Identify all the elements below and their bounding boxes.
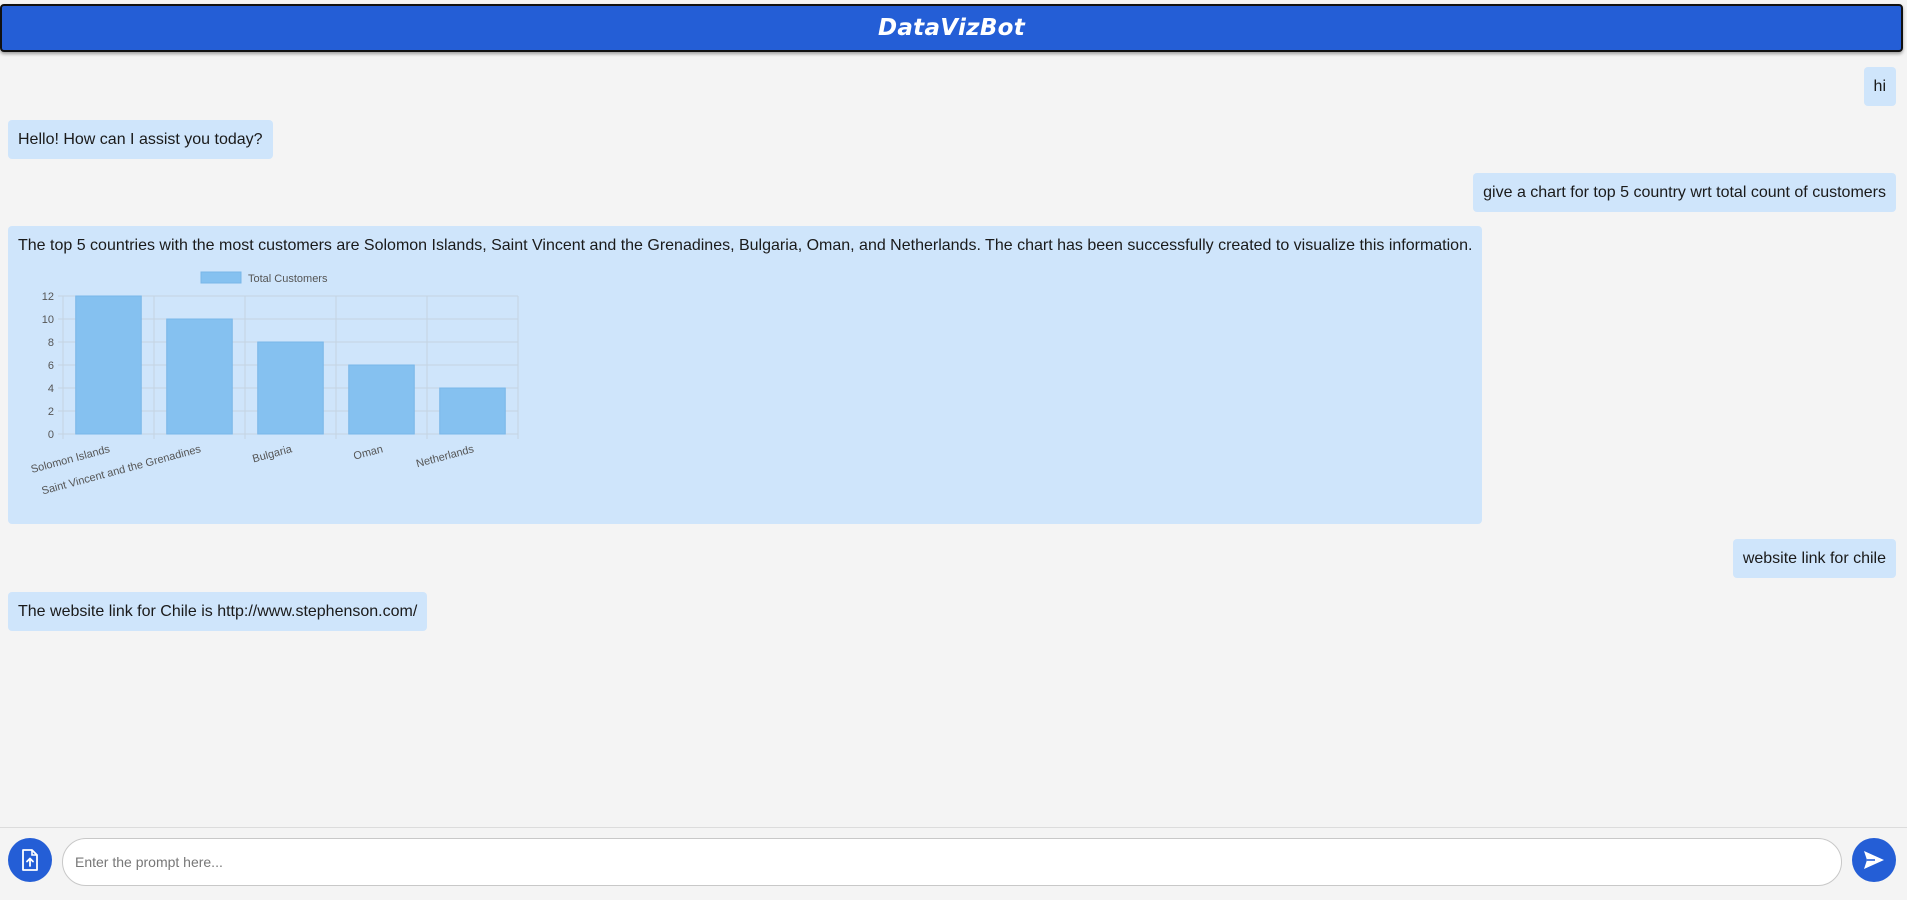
send-button[interactable] (1852, 838, 1896, 882)
y-tick-label: 10 (42, 314, 54, 326)
y-tick-label: 6 (48, 360, 54, 372)
y-tick-label: 12 (42, 291, 54, 303)
bot-message: The website link for Chile is http://www… (8, 592, 428, 631)
x-tick-label: Saint Vincent and the Grenadines (40, 443, 202, 497)
y-tick-label: 0 (48, 429, 54, 441)
bar (348, 364, 415, 435)
send-icon (1864, 851, 1884, 869)
y-tick-label: 4 (48, 383, 54, 395)
bar-chart: 024681012Solomon IslandsSaint Vincent an… (30, 271, 519, 497)
file-upload-icon (22, 849, 38, 871)
bar (439, 387, 506, 435)
bar (257, 341, 324, 435)
chart-container: 0 2 4 6 8 10 12 Solomon Islands Saint Vincent an… (8, 226, 1482, 524)
user-message: give a chart for top 5 country wrt total… (1473, 173, 1896, 212)
user-message: website link for chile (1732, 539, 1896, 578)
x-tick-label: Oman (352, 443, 384, 462)
bar (166, 318, 233, 435)
bar (75, 295, 142, 435)
bot-message: Hello! How can I assist you today? (8, 120, 273, 159)
app-header: DataVizBot (0, 4, 1903, 52)
legend-label: Total Customers (248, 273, 328, 285)
legend-swatch (200, 271, 242, 284)
x-tick-label: Netherlands (415, 443, 476, 470)
y-tick-label: 8 (48, 337, 54, 349)
upload-file-button[interactable] (8, 838, 52, 882)
y-tick-label: 2 (48, 406, 54, 418)
x-tick-label: Bulgaria (251, 443, 294, 465)
prompt-input[interactable] (62, 838, 1842, 886)
app-title: DataVizBot (877, 15, 1026, 41)
user-message: hi (1863, 67, 1896, 106)
